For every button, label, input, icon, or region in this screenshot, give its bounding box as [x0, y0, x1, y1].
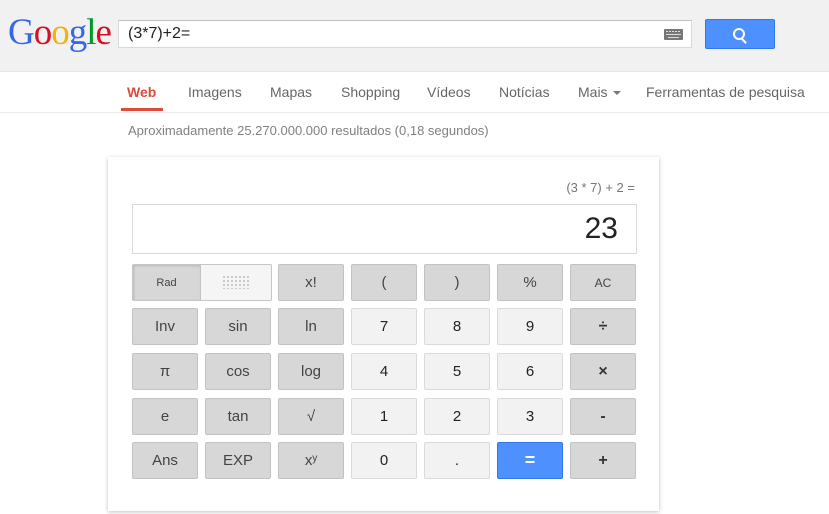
tab-mais-label: Mais	[578, 84, 608, 100]
tab-imagens[interactable]: Imagens	[188, 84, 242, 100]
open-paren-key[interactable]: (	[351, 264, 417, 301]
logo-letter: e	[95, 12, 112, 53]
active-tab-indicator	[121, 108, 163, 111]
factorial-key[interactable]: x!	[278, 264, 344, 301]
caret-down-icon	[612, 91, 621, 96]
digit-7-key[interactable]: 7	[351, 308, 417, 345]
digit-1-key[interactable]: 1	[351, 398, 417, 435]
exp-key[interactable]: EXP	[205, 442, 271, 479]
keyboard-icon[interactable]	[664, 29, 683, 40]
digit-8-key[interactable]: 8	[424, 308, 490, 345]
top-bar: Google	[0, 0, 829, 72]
tab-shopping[interactable]: Shopping	[341, 84, 400, 100]
digit-4-key[interactable]: 4	[351, 353, 417, 390]
equals-key[interactable]: =	[497, 442, 563, 479]
search-input[interactable]	[119, 21, 658, 47]
decimal-key[interactable]: .	[424, 442, 490, 479]
multiply-key[interactable]: ×	[570, 353, 636, 390]
add-key[interactable]: +	[570, 442, 636, 479]
tab-mais[interactable]: Mais	[578, 84, 621, 100]
cos-key[interactable]: cos	[205, 353, 271, 390]
digit-5-key[interactable]: 5	[424, 353, 490, 390]
tab-mapas[interactable]: Mapas	[270, 84, 312, 100]
logo-letter: G	[8, 12, 35, 53]
inv-key[interactable]: Inv	[132, 308, 198, 345]
divide-key[interactable]: ÷	[570, 308, 636, 345]
ln-key[interactable]: ln	[278, 308, 344, 345]
calculator-card: (3 * 7) + 2 = 23 Rad x! ( ) % AC Inv sin…	[108, 157, 659, 511]
digit-9-key[interactable]: 9	[497, 308, 563, 345]
digit-6-key[interactable]: 6	[497, 353, 563, 390]
e-key[interactable]: e	[132, 398, 198, 435]
digit-2-key[interactable]: 2	[424, 398, 490, 435]
log-key[interactable]: log	[278, 353, 344, 390]
google-logo[interactable]: Google	[8, 12, 112, 53]
search-button[interactable]	[705, 19, 775, 49]
tab-web[interactable]: Web	[127, 84, 156, 100]
percent-key[interactable]: %	[497, 264, 563, 301]
logo-letter: o	[33, 12, 52, 53]
tab-videos[interactable]: Vídeos	[427, 84, 471, 100]
calc-display: 23	[132, 204, 637, 254]
deg-dots-icon	[222, 275, 250, 289]
power-key[interactable]: xʸ	[278, 442, 344, 479]
logo-letter: o	[51, 12, 69, 53]
sqrt-key[interactable]: √	[278, 398, 344, 435]
ans-key[interactable]: Ans	[132, 442, 198, 479]
search-nav: Web Imagens Mapas Shopping Vídeos Notíci…	[0, 71, 829, 113]
logo-letter: l	[86, 12, 96, 53]
rad-deg-toggle[interactable]: Rad	[132, 264, 272, 301]
tan-key[interactable]: tan	[205, 398, 271, 435]
subtract-key[interactable]: -	[570, 398, 636, 435]
calc-result: 23	[584, 212, 618, 245]
pi-key[interactable]: π	[132, 353, 198, 390]
digit-0-key[interactable]: 0	[351, 442, 417, 479]
logo-letter: g	[68, 12, 87, 53]
close-paren-key[interactable]: )	[424, 264, 490, 301]
clear-key[interactable]: AC	[570, 264, 636, 301]
tools-button[interactable]: Ferramentas de pesquisa	[646, 84, 805, 100]
tab-noticias[interactable]: Notícias	[499, 84, 550, 100]
calc-expression: (3 * 7) + 2 =	[566, 180, 635, 195]
sin-key[interactable]: sin	[205, 308, 271, 345]
search-icon	[733, 28, 745, 40]
rad-button[interactable]: Rad	[133, 265, 201, 300]
search-box	[118, 20, 692, 48]
deg-button[interactable]	[201, 265, 271, 300]
result-stats: Aproximadamente 25.270.000.000 resultado…	[128, 123, 489, 138]
digit-3-key[interactable]: 3	[497, 398, 563, 435]
